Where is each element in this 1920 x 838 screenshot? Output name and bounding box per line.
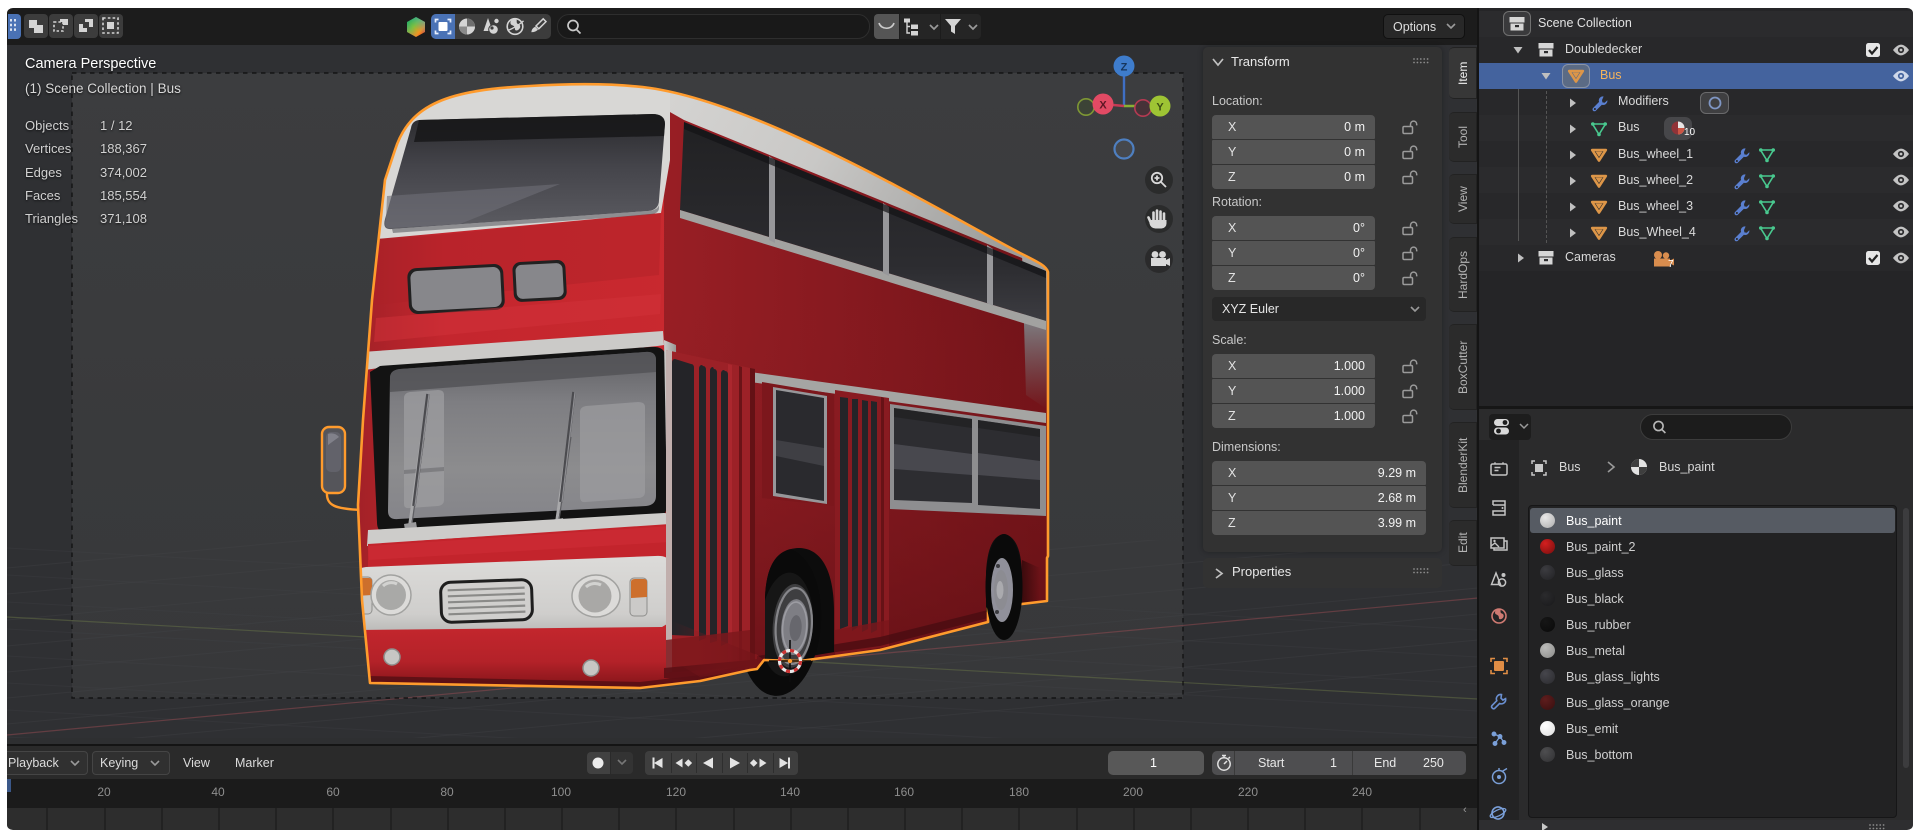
- svg-text:Z: Z: [1121, 62, 1128, 74]
- svg-text:X: X: [1099, 100, 1107, 112]
- svg-text:Y: Y: [1156, 102, 1164, 114]
